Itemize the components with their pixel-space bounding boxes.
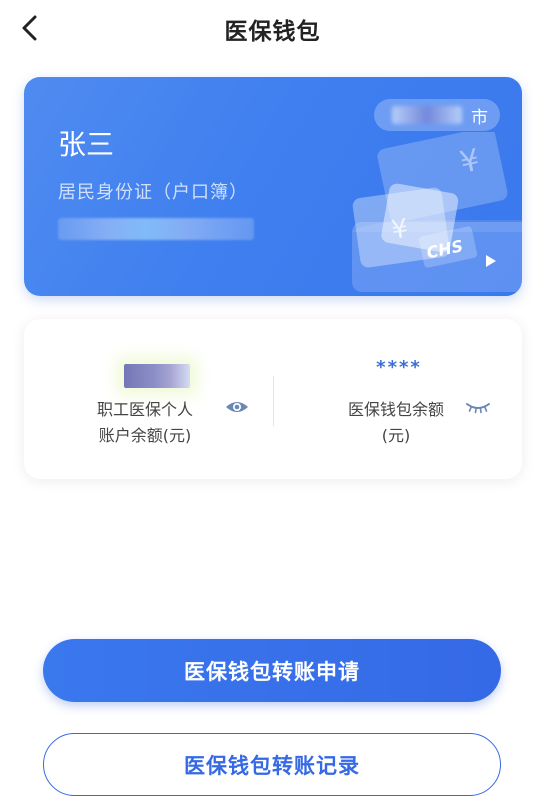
employee-balance-redacted bbox=[124, 364, 190, 388]
balance-divider bbox=[273, 376, 274, 426]
wallet-balance-label-text: 医保钱包余额 (元) bbox=[347, 400, 444, 445]
transfer-apply-button[interactable]: 医保钱包转账申请 bbox=[43, 639, 501, 702]
card-id-number-redacted bbox=[58, 218, 254, 240]
card-holder-name: 张三 bbox=[58, 128, 115, 161]
wallet-balance-label: 医保钱包余额 (元) bbox=[336, 397, 456, 449]
card-id-type: 居民身份证（户口簿） bbox=[58, 182, 248, 203]
balance-panel: 职工医保个人 账户余额(元) **** 医保钱包余额 (元) bbox=[24, 319, 522, 479]
city-badge[interactable]: 市 bbox=[374, 99, 500, 131]
city-suffix: 市 bbox=[471, 108, 488, 128]
transfer-records-button[interactable]: 医保钱包转账记录 bbox=[43, 733, 501, 796]
city-name-redacted bbox=[392, 106, 462, 124]
play-arrow-icon[interactable] bbox=[484, 253, 498, 269]
insurance-card[interactable]: 张三 居民身份证（户口簿） 市 ¥ ¥ CHS bbox=[24, 77, 522, 296]
header-bar: 医保钱包 bbox=[0, 0, 545, 56]
eye-open-icon[interactable] bbox=[225, 399, 249, 415]
eye-closed-icon[interactable] bbox=[465, 402, 491, 414]
page-title: 医保钱包 bbox=[224, 19, 321, 45]
employee-balance-label: 职工医保个人 账户余额(元) bbox=[80, 397, 210, 449]
employee-balance-label-text: 职工医保个人 账户余额(元) bbox=[96, 400, 193, 445]
wallet-balance-masked: **** bbox=[376, 357, 422, 378]
